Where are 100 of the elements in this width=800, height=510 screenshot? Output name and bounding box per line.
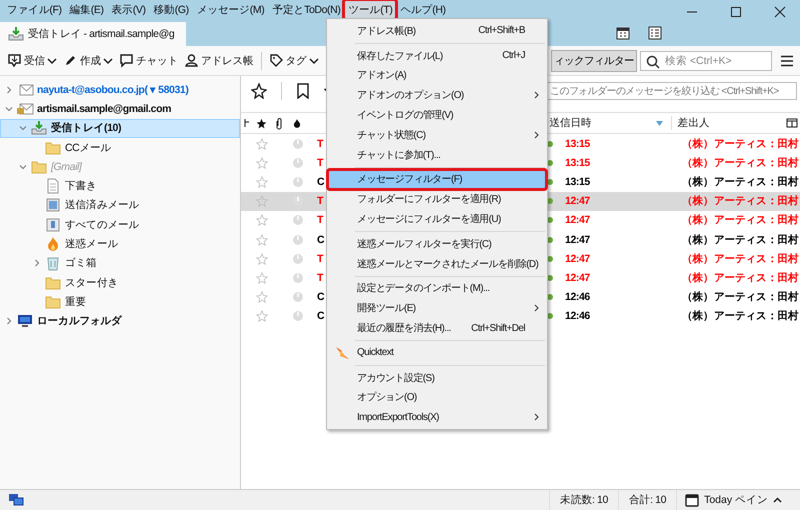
folder-item[interactable]: 迷惑メール [0, 234, 240, 254]
menu-item[interactable]: イベントログの管理(V) [329, 105, 545, 125]
menu-item[interactable]: メッセージにフィルターを適用(U) [329, 209, 545, 229]
twisty-icon[interactable] [5, 104, 13, 113]
folder-item[interactable]: ローカルフォルダ [0, 312, 240, 331]
menu-item[interactable]: ヘルプ(H) [397, 1, 449, 19]
pencil-icon [63, 53, 78, 68]
column-header[interactable]: 差出人 [670, 116, 786, 130]
folder-item[interactable]: nayuta-t@asobou.co.jp( ▾ 58031) [0, 80, 240, 100]
star-icon[interactable] [256, 195, 268, 208]
total-count: 合計: 10 [618, 490, 676, 510]
subject-cell-text: T [316, 136, 324, 152]
menu-item[interactable]: アドオン(A) [329, 66, 545, 86]
menu-item[interactable]: フォルダーにフィルターを適用(R) [329, 189, 545, 210]
menu-item[interactable]: 予定とToDo(N) [269, 1, 344, 19]
twisty-icon[interactable] [33, 259, 41, 268]
tag-icon [268, 53, 284, 68]
menu-item[interactable]: 最近の履歴を消去(H)... Ctrl+Shift+Del [329, 318, 545, 338]
menu-item[interactable]: アカウント設定(S) [329, 368, 545, 388]
star-icon[interactable] [256, 272, 268, 284]
star-icon[interactable] [256, 156, 268, 169]
folder-item[interactable]: 送信済みメール [0, 196, 240, 216]
folder-item[interactable]: 重要 [0, 292, 240, 312]
star-icon[interactable] [256, 118, 268, 128]
menu-item[interactable]: 移動(G) [150, 1, 192, 19]
caret-icon[interactable] [47, 56, 57, 64]
flame-icon[interactable] [292, 118, 302, 128]
subject-cell-text: C [316, 174, 326, 190]
search-icon [646, 54, 660, 68]
menu-item[interactable]: オプション(O) [329, 388, 545, 408]
menu-item[interactable]: ファイル(F) [4, 1, 65, 19]
twisty-icon[interactable] [5, 317, 13, 326]
star-icon[interactable] [256, 176, 268, 188]
download-icon [7, 53, 22, 68]
sender-cell: （株）アーティス：田村 [678, 192, 800, 211]
unread-count: 未読数: 10 [549, 490, 618, 510]
menu-item[interactable]: メッセージ(M) [194, 1, 268, 19]
menu-item[interactable]: ツール(T) [345, 1, 396, 19]
menu-item[interactable]: 迷惑メールフィルターを実行(C) [329, 234, 545, 254]
folder-item[interactable]: 受信トレイ(10) [0, 118, 240, 138]
sender-cell-text: （株）アーティス：田村 [681, 270, 800, 286]
menu-item[interactable]: 表示(V) [108, 1, 149, 19]
toolbar-button[interactable]: アドレス帳 [181, 50, 256, 71]
bookmark-icon[interactable] [296, 83, 310, 99]
mail-tab[interactable]: 受信トレイ - artismail.sample@g [0, 22, 186, 46]
star-icon[interactable] [256, 234, 268, 246]
menu-item[interactable]: Quicktext [329, 342, 545, 363]
twisty-icon[interactable] [19, 124, 27, 132]
toolbar-button[interactable]: タグ [266, 50, 322, 71]
folder-item[interactable]: すべてのメール [0, 215, 240, 234]
menu-item[interactable]: 保存したファイル(L) Ctrl+J [329, 46, 545, 66]
folder-item[interactable]: CCメール [0, 138, 240, 158]
menu-item[interactable]: チャットに参加(T)... [329, 144, 545, 165]
menu-item[interactable]: 編集(E) [66, 1, 107, 19]
star-icon[interactable] [256, 214, 268, 226]
twisty-icon[interactable] [19, 162, 27, 171]
menu-item[interactable]: アドレス帳(B) Ctrl+Shift+B [329, 21, 545, 41]
search-field[interactable]: 検索 <Ctrl+K> [640, 50, 772, 70]
sender-cell-text: （株）アーティス：田村 [681, 136, 800, 152]
menu-item[interactable]: 開発ツール(E) [329, 298, 545, 318]
toolbar-button[interactable]: 作成 [60, 50, 116, 71]
maximize-icon[interactable] [730, 6, 742, 18]
star-icon[interactable] [256, 252, 268, 265]
thread-icon[interactable] [242, 118, 251, 128]
folder-item[interactable]: artismail.sample@gmail.com [0, 99, 240, 119]
toolbar-button[interactable]: 受信 [4, 50, 60, 71]
calendar-icon[interactable] [616, 26, 630, 40]
paperclip-icon[interactable] [275, 116, 284, 130]
close-icon[interactable] [774, 6, 786, 18]
computers-icon[interactable] [8, 493, 24, 507]
inbox-icon [8, 26, 24, 42]
folder-item[interactable]: スター付き [0, 272, 240, 292]
menu-icon[interactable] [780, 54, 794, 66]
caret-icon[interactable] [308, 56, 318, 64]
caret-icon[interactable] [103, 56, 113, 64]
star-icon[interactable] [256, 310, 268, 322]
task-list-icon[interactable] [648, 26, 662, 40]
menu-item[interactable]: チャット状態(C) [329, 124, 545, 145]
quick-filter-button[interactable]: ィックフィルター [551, 50, 637, 72]
twisty-icon[interactable] [5, 86, 13, 94]
menu-item[interactable]: ImportExportTools(X) [329, 407, 545, 428]
folder-item[interactable]: 下書き [0, 176, 240, 196]
menu-item[interactable]: 迷惑メールとマークされたメールを削除(D) [329, 254, 545, 274]
menu-item[interactable]: アドオンのオプション(O) [329, 85, 545, 106]
date-cell-text: 12:47 [564, 252, 591, 267]
envelope-icon [16, 102, 34, 116]
date-cell-text: 12:47 [564, 270, 591, 286]
date-cell-text: 12:46 [564, 309, 591, 324]
menu-item[interactable]: 設定とデータのインポート(M)... [329, 278, 545, 298]
toolbar-button[interactable]: チャット [116, 50, 181, 71]
today-pane-button[interactable]: Today ペイン [676, 490, 800, 510]
filter-field[interactable]: このフォルダーのメッセージを絞り込む <Ctrl+Shift+K> [547, 82, 797, 100]
column-picker-icon[interactable] [786, 117, 798, 129]
star-icon[interactable] [256, 291, 268, 304]
folder-item[interactable]: ゴミ箱 [0, 254, 240, 273]
menu-item[interactable]: メッセージフィルター(F) [329, 170, 545, 190]
star-icon[interactable] [256, 138, 268, 150]
date-cell-text: 12:46 [564, 290, 591, 306]
sender-cell-text: （株）アーティス：田村 [681, 174, 800, 190]
date-cell: 12:47 [557, 192, 678, 211]
